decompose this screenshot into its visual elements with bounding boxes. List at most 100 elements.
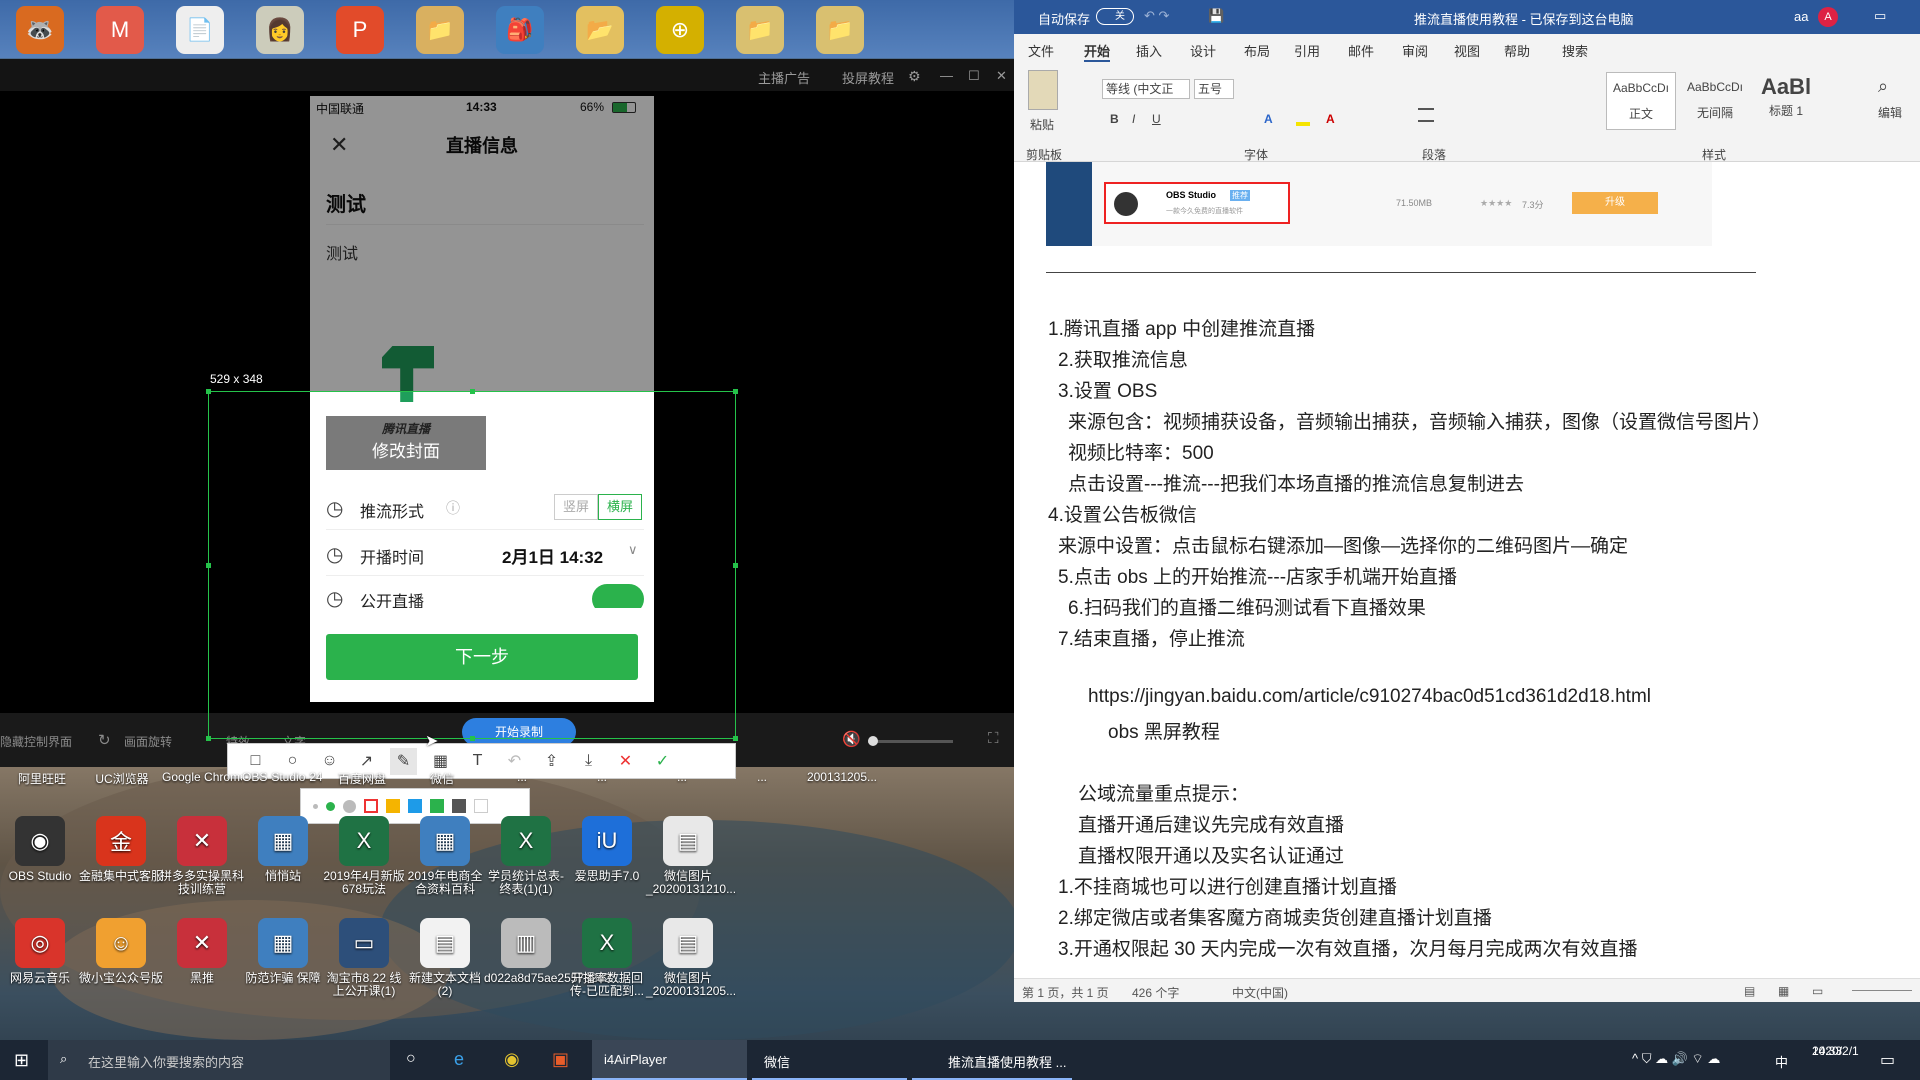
size-medium[interactable]	[326, 801, 335, 811]
tutorial-link[interactable]: 投屏教程	[842, 68, 894, 87]
notification-icon[interactable]: ▭	[1880, 1050, 1895, 1070]
desktop-icon[interactable]: X 2019年4月新版678玩法	[322, 816, 406, 896]
desktop-icon[interactable]: ☺ 微小宝公众号版	[79, 918, 163, 985]
desktop-icon[interactable]: ▥ d022a8d75ae255732d2...	[484, 918, 621, 985]
save-icon[interactable]: 💾	[1208, 8, 1224, 24]
color-gray[interactable]	[452, 799, 466, 813]
color-red[interactable]	[364, 799, 378, 813]
desktop-icon[interactable]: ▤ 微信图片_20200131205...	[646, 918, 736, 998]
language-status[interactable]: 中文(中国)	[1232, 984, 1288, 1001]
document-paragraph[interactable]: 3.设置 OBS	[1058, 376, 1157, 403]
style-heading1[interactable]: AaBl 标题 1	[1754, 72, 1818, 130]
tray-icons[interactable]: ^ ⛉ ☁ 🔊 ⌔ ☁	[1632, 1051, 1720, 1067]
document-canvas[interactable]: OBS Studio 推荐 一款今久免费的直播软件 71.50MB ★★★★ 7…	[1014, 162, 1920, 978]
document-paragraph[interactable]: https://jingyan.baidu.com/article/c91027…	[1088, 686, 1651, 708]
search-icon[interactable]: ⌕	[1878, 76, 1888, 97]
desktop-icon-label[interactable]: 200131205...	[802, 770, 882, 784]
hide-controls-button[interactable]: 隐藏控制界面	[0, 733, 72, 750]
ribbon-tab[interactable]: 搜索	[1562, 41, 1588, 60]
taskbar-search[interactable]: ⌕ 在这里输入你要搜索的内容	[48, 1040, 390, 1080]
font-color-button[interactable]: A	[1326, 112, 1335, 126]
desktop-icon[interactable]: ◉ OBS Studio	[0, 816, 82, 883]
edit-button[interactable]: 编辑	[1878, 104, 1902, 121]
app-icon[interactable]: ▣	[552, 1049, 569, 1070]
font-name-select[interactable]: 等线 (中文正	[1102, 79, 1190, 99]
document-paragraph[interactable]: 视频比特率：500	[1068, 438, 1214, 465]
autosave-toggle[interactable]: 关	[1096, 8, 1134, 25]
ad-link[interactable]: 主播广告	[758, 68, 810, 87]
minimize-button[interactable]: —	[940, 68, 953, 83]
desktop-icon[interactable]: 金金融集中式客服	[79, 816, 163, 883]
desktop-icon[interactable]: ▤ 微信图片_20200131210...	[646, 816, 736, 896]
desktop-top-icon[interactable]: P	[336, 6, 384, 54]
desktop-icon[interactable]: iU 爱思助手7.0	[565, 816, 649, 883]
document-paragraph[interactable]: 来源中设置：点击鼠标右键添加—图像—选择你的二维码图片—确定	[1058, 531, 1628, 558]
underline-button[interactable]: U	[1152, 112, 1161, 126]
desktop-icon[interactable]: ▭ 淘宝市8.22 线上公开课(1)	[322, 918, 406, 998]
paste-button[interactable]: 粘贴	[1030, 116, 1054, 133]
desktop-top-icon[interactable]: 📄	[176, 6, 224, 54]
task-view-icon[interactable]: ○	[406, 1050, 416, 1068]
desktop-icon-label[interactable]: ...	[562, 770, 642, 784]
style-normal[interactable]: AaBbCcDı 正文	[1606, 72, 1676, 130]
taskbar-app-wechat[interactable]: 微信	[752, 1040, 907, 1080]
document-paragraph[interactable]: 1.不挂商城也可以进行创建直播计划直播	[1058, 872, 1397, 899]
desktop-icon[interactable]: ✕ 拼多多实操黑科技训练营	[160, 816, 244, 896]
highlight-button[interactable]	[1296, 108, 1310, 126]
volume-slider[interactable]	[868, 736, 953, 746]
ribbon-tab[interactable]: 引用	[1294, 41, 1320, 60]
mute-icon[interactable]: 🔇	[842, 730, 861, 748]
ribbon-tab[interactable]: 开始	[1084, 41, 1111, 62]
ribbon-display-icon[interactable]: ▭	[1874, 8, 1886, 24]
justify-icon[interactable]	[1418, 108, 1434, 122]
size-large[interactable]	[343, 799, 356, 813]
desktop-icon[interactable]: X 学员统计总表-终表(1)(1)	[484, 816, 568, 896]
desktop-icon[interactable]: X 开播率数据回传-已匹配到...	[565, 918, 649, 998]
desktop-icon[interactable]: ▤ 新建文本文档(2)	[403, 918, 487, 998]
document-paragraph[interactable]: 1.腾讯直播 app 中创建推流直播	[1048, 314, 1315, 341]
style-no-spacing[interactable]: AaBbCcDı 无间隔	[1680, 72, 1750, 130]
windows-start-icon[interactable]: ⊞	[14, 1050, 29, 1071]
desktop-icon-label[interactable]: Google Chrome	[162, 770, 242, 784]
desktop-top-icon[interactable]: 👩	[256, 6, 304, 54]
desktop-top-icon[interactable]: 📁	[736, 6, 784, 54]
color-white[interactable]	[474, 799, 488, 813]
ribbon-tab[interactable]: 布局	[1244, 41, 1270, 60]
document-paragraph[interactable]: 4.设置公告板微信	[1048, 500, 1197, 527]
desktop-top-icon[interactable]: 🦝	[16, 6, 64, 54]
maximize-button[interactable]: ☐	[968, 68, 980, 84]
ribbon-tab[interactable]: 邮件	[1348, 41, 1374, 60]
bold-button[interactable]: B	[1110, 112, 1119, 126]
word-count[interactable]: 426 个字	[1132, 984, 1179, 1001]
desktop-top-icon[interactable]: 📁	[416, 6, 464, 54]
screenshot-icon[interactable]: ⛶	[988, 730, 999, 747]
desktop-icon-label[interactable]: ...	[642, 770, 722, 784]
desktop-icon-label[interactable]: ...	[482, 770, 562, 784]
document-paragraph[interactable]: 公域流量重点提示：	[1078, 779, 1249, 806]
document-paragraph[interactable]: 6.扫码我们的直播二维码测试看下直播效果	[1068, 593, 1426, 620]
ime-indicator[interactable]: 中	[1775, 1052, 1788, 1071]
desktop-icon-label[interactable]: OBS-Studio-24.0.3-Full...	[242, 770, 322, 784]
desktop-top-icon[interactable]: ⊕	[656, 6, 704, 54]
color-blue[interactable]	[408, 799, 422, 813]
desktop-icon-label[interactable]: ...	[722, 770, 802, 784]
document-paragraph[interactable]: 7.结束直播，停止推流	[1058, 624, 1245, 651]
screenshot-selection[interactable]	[206, 389, 738, 741]
italic-button[interactable]: I	[1132, 112, 1135, 126]
document-paragraph[interactable]: 来源包含：视频捕获设备，音频输出捕获，音频输入捕获，图像（设置微信号图片）	[1068, 407, 1771, 434]
desktop-icon-label[interactable]: 微信	[402, 770, 482, 787]
settings-icon[interactable]: ⚙	[908, 68, 921, 85]
browser-icon[interactable]: ◉	[504, 1049, 520, 1070]
rotate-button[interactable]: 画面旋转	[124, 733, 172, 750]
print-layout-icon[interactable]: ▦	[1778, 984, 1789, 998]
ribbon-tab[interactable]: 文件	[1028, 41, 1054, 60]
color-green[interactable]	[430, 799, 444, 813]
desktop-top-icon[interactable]: 📂	[576, 6, 624, 54]
taskbar-app-word[interactable]: 推流直播使用教程 ...	[912, 1040, 1072, 1080]
paste-icon[interactable]	[1028, 70, 1058, 110]
desktop-top-icon[interactable]: M	[96, 6, 144, 54]
desktop-icon-label[interactable]: 阿里旺旺	[2, 770, 82, 787]
desktop-icon-label[interactable]: 百度网盘	[322, 770, 402, 787]
desktop-icon[interactable]: ✕ 黑推	[160, 918, 244, 985]
desktop-icon[interactable]: ◎ 网易云音乐	[0, 918, 82, 985]
